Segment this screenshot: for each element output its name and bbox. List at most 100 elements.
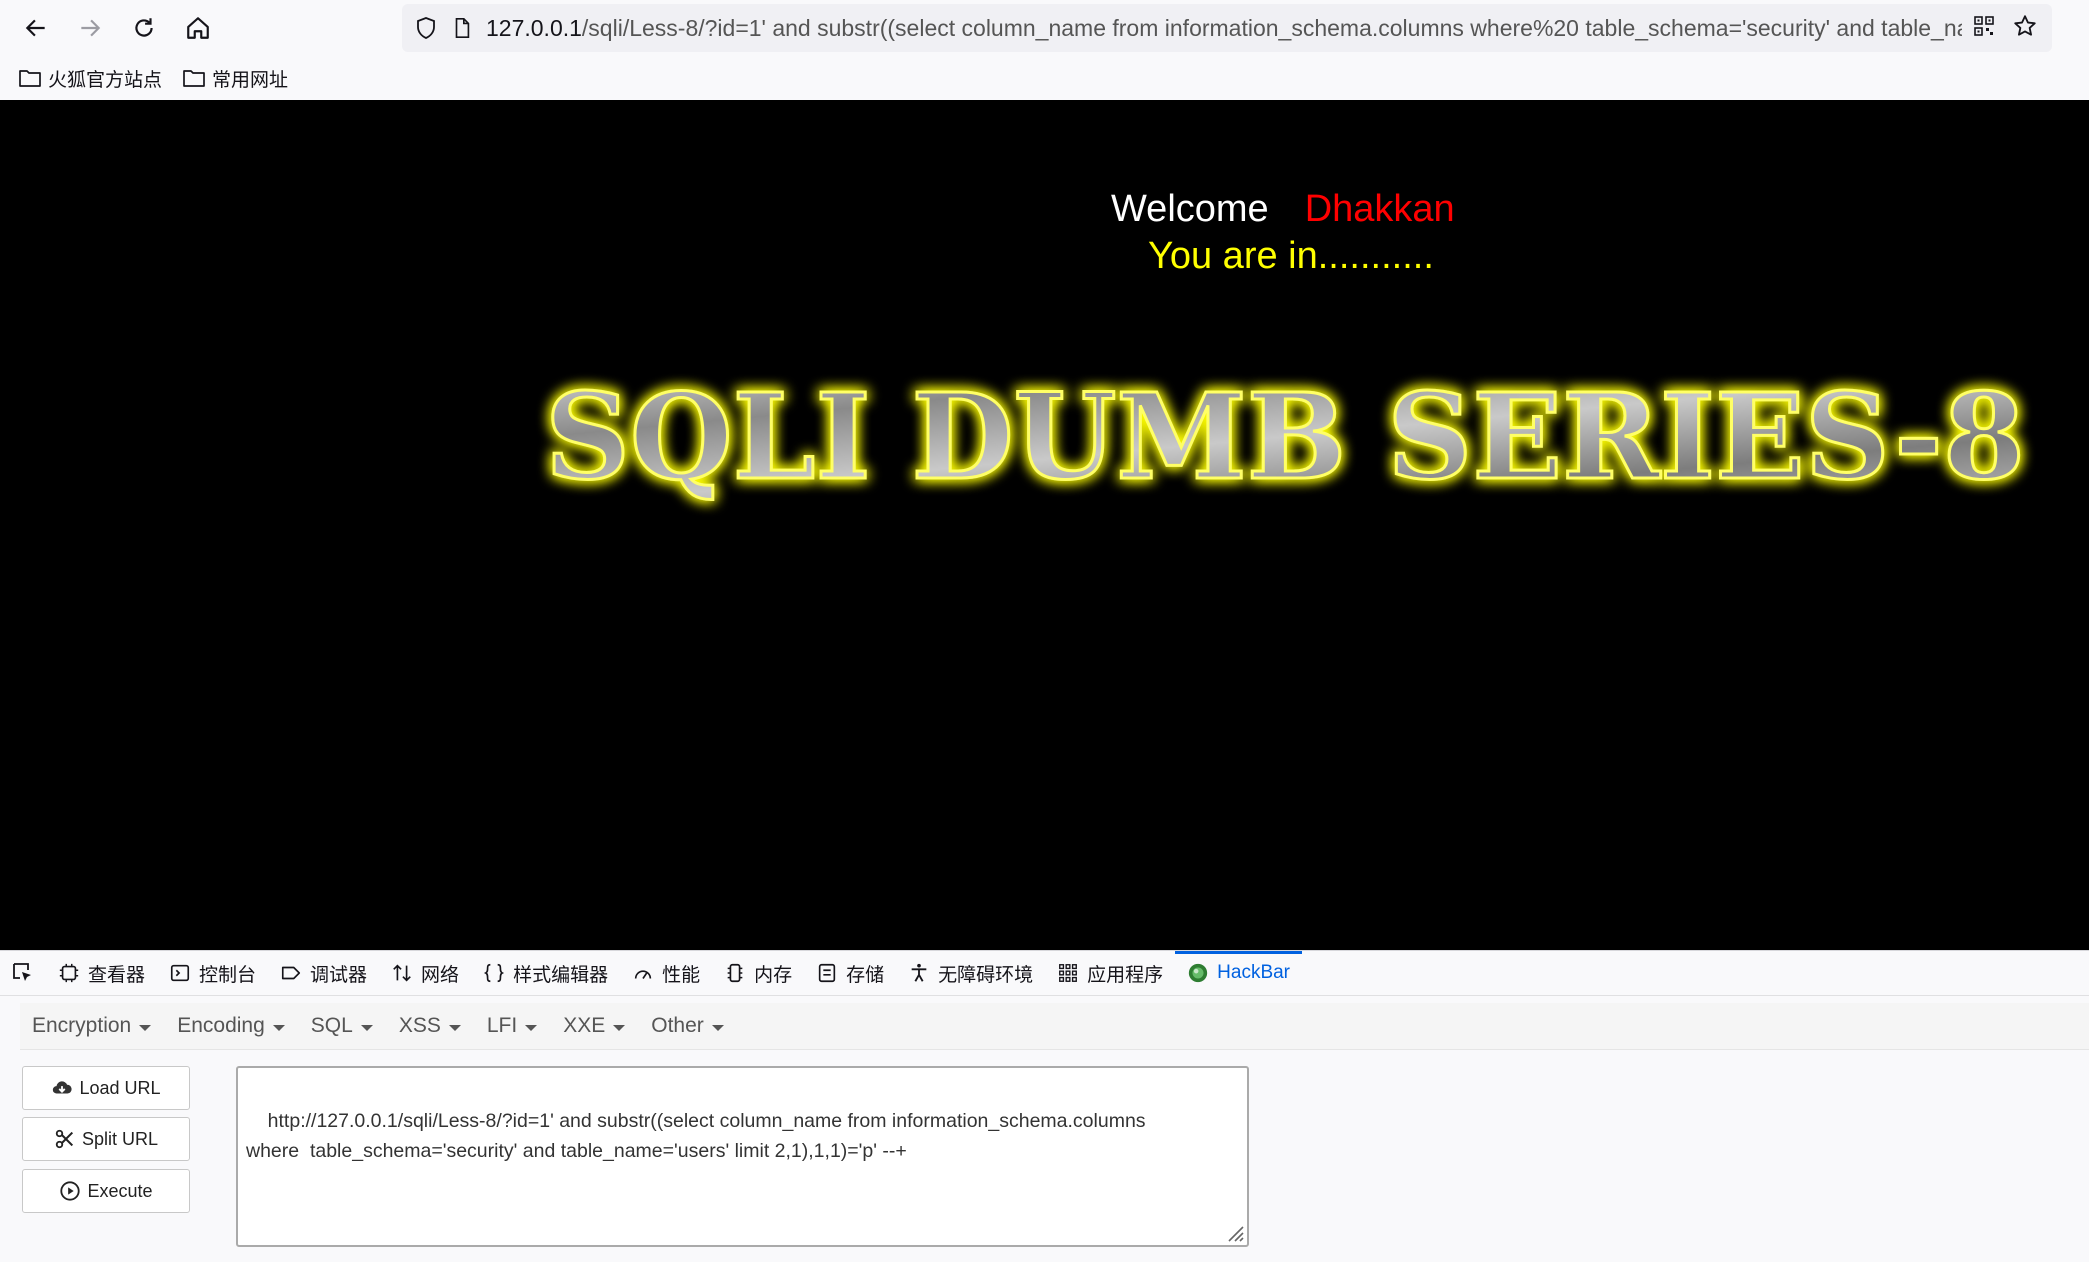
other-menu[interactable]: Other — [639, 1014, 738, 1038]
star-icon[interactable] — [2012, 13, 2038, 43]
tab-label: 控制台 — [199, 964, 257, 986]
tab-label: 样式编辑器 — [513, 964, 609, 986]
folder-icon — [183, 70, 205, 87]
menu-label: Encryption — [32, 1014, 132, 1037]
home-icon — [187, 17, 209, 39]
menu-label: SQL — [310, 1014, 353, 1037]
tab-label: 查看器 — [88, 964, 146, 986]
back-button[interactable] — [18, 10, 54, 46]
browser-toolbar: 127.0.0.1/sqli/Less-8/?id=1' and substr(… — [0, 0, 2089, 56]
web-page: Welcome Dhakkan You are in........... SQ… — [0, 100, 2089, 950]
tab-accessibility[interactable]: 无障碍环境 — [896, 951, 1045, 995]
tab-performance[interactable]: 性能 — [620, 951, 712, 995]
hackbar-icon — [1188, 963, 1208, 983]
banner-title-text: SQLI DUMB SERIES-8 — [545, 367, 2025, 506]
tab-label: 调试器 — [310, 964, 368, 986]
url-textarea-value: http://127.0.0.1/sqli/Less-8/?id=1' and … — [246, 1110, 1146, 1162]
button-label: Split URL — [81, 1128, 159, 1149]
encryption-menu[interactable]: Encryption — [20, 1014, 165, 1038]
xss-menu[interactable]: XSS — [387, 1014, 475, 1038]
url-actions — [1972, 13, 2038, 43]
button-label: Execute — [87, 1180, 153, 1201]
xxe-menu[interactable]: XXE — [551, 1014, 639, 1038]
bookmark-folder[interactable]: 火狐官方站点 — [18, 65, 162, 92]
url-text[interactable]: 127.0.0.1/sqli/Less-8/?id=1' and substr(… — [486, 15, 1962, 42]
tab-console[interactable]: 控制台 — [157, 951, 268, 995]
hackbar-menu: Encryption Encoding SQL XSS LFI XXE Othe… — [20, 1003, 2089, 1050]
devtools-tabbar: 查看器 控制台 调试器 网络 样式编辑器 性能 内存 存储 无障碍环境 应用程序… — [0, 951, 2089, 996]
tab-label: HackBar — [1217, 962, 1291, 983]
split-url-button[interactable]: Split URL — [22, 1117, 190, 1161]
storage-icon — [818, 963, 836, 983]
tab-label: 无障碍环境 — [938, 964, 1034, 986]
forward-button[interactable] — [72, 10, 108, 46]
welcome-line: Welcome Dhakkan — [1111, 188, 1455, 231]
page-icon[interactable] — [448, 14, 476, 42]
url-host: 127.0.0.1 — [486, 14, 582, 41]
devtools-panel: 查看器 控制台 调试器 网络 样式编辑器 性能 内存 存储 无障碍环境 应用程序… — [0, 950, 2089, 1262]
tab-hackbar[interactable]: HackBar — [1175, 951, 1302, 995]
username-text: Dhakkan — [1304, 188, 1455, 230]
tab-label: 内存 — [754, 964, 793, 986]
load-url-button[interactable]: Load URL — [22, 1066, 190, 1110]
execute-button[interactable]: Execute — [22, 1169, 190, 1213]
tab-label: 存储 — [846, 964, 885, 986]
resize-grip-icon[interactable] — [1223, 1221, 1245, 1243]
scissors-icon — [55, 1129, 74, 1149]
style-editor-icon — [483, 963, 505, 983]
caret-down-icon — [613, 1024, 626, 1031]
menu-label: LFI — [486, 1014, 518, 1037]
application-icon — [1059, 964, 1078, 982]
encoding-menu[interactable]: Encoding — [165, 1014, 299, 1038]
login-status-text: You are in........... — [1148, 235, 1434, 277]
sql-menu[interactable]: SQL — [299, 1014, 387, 1038]
tab-application[interactable]: 应用程序 — [1045, 951, 1175, 995]
shield-icon[interactable] — [412, 14, 440, 42]
tab-label: 应用程序 — [1087, 964, 1164, 986]
tab-debugger[interactable]: 调试器 — [268, 951, 379, 995]
network-icon — [393, 964, 411, 982]
reload-icon — [135, 18, 153, 37]
url-bar[interactable]: 127.0.0.1/sqli/Less-8/?id=1' and substr(… — [402, 4, 2052, 52]
bookmark-label: 常用网址 — [212, 69, 289, 91]
bookmark-label: 火狐官方站点 — [48, 69, 163, 91]
caret-down-icon — [448, 1024, 461, 1031]
debugger-icon — [281, 966, 301, 980]
menu-label: Other — [651, 1014, 704, 1037]
arrow-right-icon — [81, 19, 101, 37]
element-picker-icon — [13, 963, 31, 981]
caret-down-icon — [711, 1024, 724, 1031]
play-circle-icon — [60, 1181, 81, 1201]
tab-style-editor[interactable]: 样式编辑器 — [471, 951, 620, 995]
tab-inspector[interactable]: 查看器 — [46, 951, 157, 995]
caret-down-icon — [525, 1024, 538, 1031]
menu-label: XSS — [398, 1014, 441, 1037]
qr-code-icon[interactable] — [1972, 14, 1996, 42]
bookmark-folder[interactable]: 常用网址 — [182, 65, 288, 92]
element-picker-button[interactable] — [0, 951, 46, 995]
button-label: Load URL — [79, 1077, 161, 1098]
tab-label: 网络 — [421, 964, 460, 986]
menu-label: Encoding — [177, 1014, 265, 1037]
caret-down-icon — [360, 1024, 373, 1031]
reload-button[interactable] — [126, 10, 162, 46]
inspector-icon — [59, 963, 79, 983]
console-icon — [170, 964, 190, 982]
lfi-menu[interactable]: LFI — [475, 1014, 551, 1038]
caret-down-icon — [272, 1024, 285, 1031]
home-button[interactable] — [180, 10, 216, 46]
arrow-left-icon — [25, 19, 45, 37]
url-path: /sqli/Less-8/?id=1' and substr((select c… — [581, 14, 1962, 41]
url-textarea[interactable]: http://127.0.0.1/sqli/Less-8/?id=1' and … — [236, 1066, 1249, 1247]
folder-icon — [19, 70, 41, 87]
tab-memory[interactable]: 内存 — [712, 951, 804, 995]
bookmarks-toolbar: 火狐官方站点 常用网址 — [0, 56, 2089, 101]
memory-icon — [727, 963, 743, 983]
performance-icon — [634, 970, 652, 979]
menu-label: XXE — [563, 1014, 606, 1037]
tab-network[interactable]: 网络 — [379, 951, 471, 995]
tab-storage[interactable]: 存储 — [804, 951, 896, 995]
tab-label: 性能 — [662, 964, 701, 986]
cloud-download-icon — [53, 1081, 73, 1094]
title-banner-image: SQLI DUMB SERIES-8 — [530, 360, 2040, 520]
